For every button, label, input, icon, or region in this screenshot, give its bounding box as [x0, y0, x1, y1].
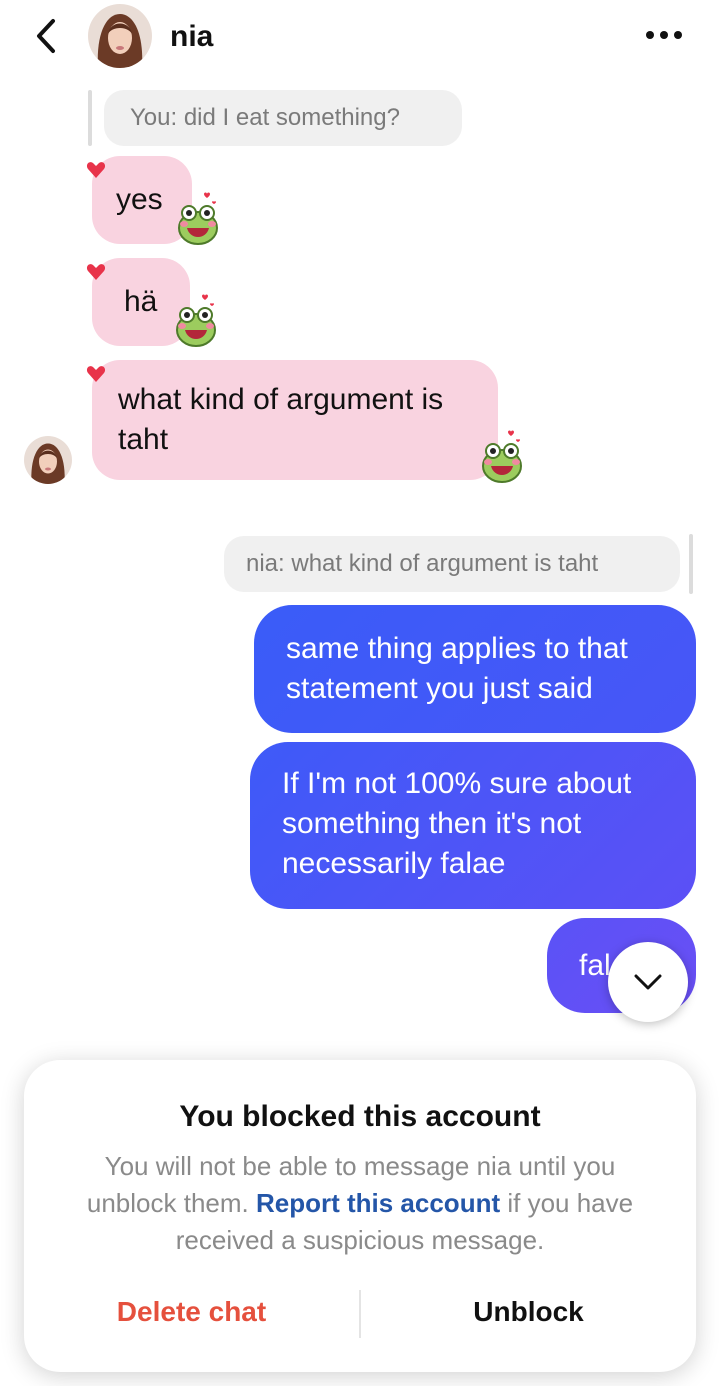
chat-header: nia — [0, 0, 719, 80]
unblock-button[interactable]: Unblock — [401, 1296, 656, 1328]
reply-quote[interactable]: nia: what kind of argument is taht — [224, 536, 680, 592]
contact-name[interactable]: nia — [170, 20, 213, 54]
reply-quote-bar — [88, 90, 92, 146]
delete-chat-button[interactable]: Delete chat — [64, 1296, 319, 1328]
frog-sticker-icon — [482, 430, 522, 483]
contact-avatar[interactable] — [88, 4, 152, 68]
chevron-left-icon — [37, 19, 55, 53]
back-button[interactable] — [26, 14, 66, 58]
report-account-link[interactable]: Report this account — [256, 1188, 500, 1218]
more-options-button[interactable] — [640, 22, 688, 48]
sender-avatar[interactable] — [24, 436, 72, 484]
scroll-to-bottom-button[interactable] — [608, 942, 688, 1022]
reply-quote-bar — [689, 534, 693, 594]
heart-reaction-icon — [86, 264, 106, 280]
divider — [359, 1290, 361, 1338]
blocked-description: You will not be able to message nia unti… — [64, 1148, 656, 1259]
frog-sticker-icon — [178, 192, 218, 245]
blocked-account-card: You blocked this account You will not be… — [24, 1060, 696, 1372]
reply-quote[interactable]: You: did I eat something? — [104, 90, 462, 146]
frog-sticker-icon — [176, 294, 216, 347]
ellipsis-dot — [674, 31, 682, 39]
heart-reaction-icon — [86, 162, 106, 178]
heart-reaction-icon — [86, 366, 106, 382]
outgoing-message[interactable]: same thing applies to that statement you… — [254, 605, 696, 733]
outgoing-message[interactable]: If I'm not 100% sure about something the… — [250, 742, 696, 909]
blocked-title: You blocked this account — [179, 1100, 541, 1133]
ellipsis-icon — [646, 31, 654, 39]
incoming-message[interactable]: what kind of argument is taht — [92, 360, 498, 480]
ellipsis-dot — [660, 31, 668, 39]
chevron-down-icon — [634, 974, 662, 990]
